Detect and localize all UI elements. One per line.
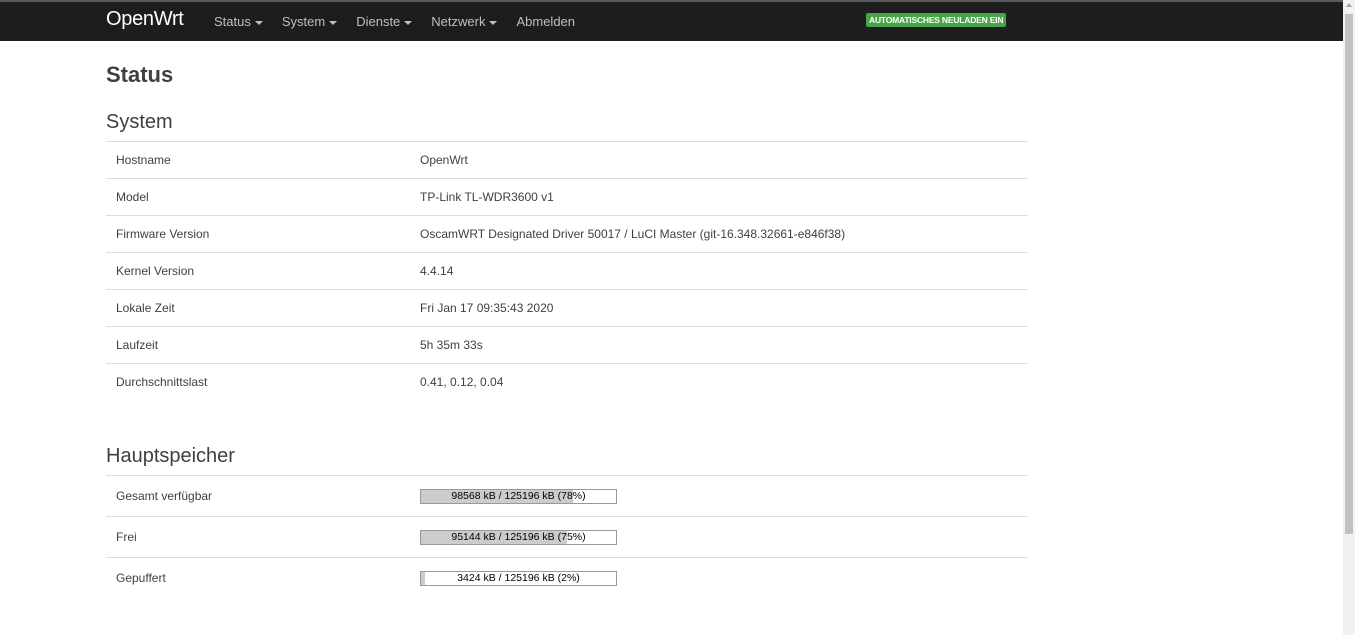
page-title: Status xyxy=(106,62,174,87)
chevron-down-icon xyxy=(329,20,338,25)
scroll-up-arrow-icon[interactable] xyxy=(1346,3,1352,7)
row-value: 95144 kB / 125196 kB (75%) xyxy=(410,516,1028,558)
row-label: Frei xyxy=(106,516,410,558)
menu-system-label: System xyxy=(281,14,326,29)
section-heading-system: System xyxy=(106,111,173,133)
table-row: Frei 95144 kB / 125196 kB (75%) xyxy=(106,516,1028,558)
menu-dienste[interactable]: Dienste xyxy=(356,14,413,29)
menu-netzwerk[interactable]: Netzwerk xyxy=(431,14,498,29)
row-label: Hostname xyxy=(106,141,410,179)
progress-text: 3424 kB / 125196 kB (2%) xyxy=(457,571,580,584)
menu-netzwerk-label: Netzwerk xyxy=(431,14,486,29)
table-row: Model TP-Link TL-WDR3600 v1 xyxy=(106,178,1028,216)
row-label: Lokale Zeit xyxy=(106,289,410,327)
memory-progress-bar: 98568 kB / 125196 kB (78%) xyxy=(420,488,617,504)
section-heading-memory: Hauptspeicher xyxy=(106,445,235,467)
progress-text: 98568 kB / 125196 kB (78%) xyxy=(451,489,586,502)
progress-text: 95144 kB / 125196 kB (75%) xyxy=(451,530,586,543)
menu-system[interactable]: System xyxy=(281,14,338,29)
memory-progress-bar: 95144 kB / 125196 kB (75%) xyxy=(420,529,617,545)
row-label: Gepuffert xyxy=(106,557,410,598)
row-label: Gesamt verfügbar xyxy=(106,475,410,517)
row-value: 3424 kB / 125196 kB (2%) xyxy=(410,557,1028,598)
chevron-down-icon xyxy=(489,20,498,25)
table-row: Laufzeit 5h 35m 33s xyxy=(106,326,1028,364)
menu-dienste-label: Dienste xyxy=(356,14,401,29)
row-label: Kernel Version xyxy=(106,252,410,290)
menu-status[interactable]: Status xyxy=(214,14,263,29)
table-row: Lokale Zeit Fri Jan 17 09:35:43 2020 xyxy=(106,289,1028,327)
auto-reload-badge[interactable]: AUTOMATISCHES NEULADEN EIN xyxy=(866,13,1007,27)
menu-abmelden-label: Abmelden xyxy=(516,14,576,29)
brand-logo[interactable]: OpenWrt xyxy=(106,8,184,31)
vertical-scrollbar[interactable] xyxy=(1343,0,1355,635)
row-label: Durchschnittslast xyxy=(106,363,410,400)
chevron-down-icon xyxy=(404,20,413,25)
memory-progress-bar: 3424 kB / 125196 kB (2%) xyxy=(420,570,617,586)
memory-table: Gesamt verfügbar 98568 kB / 125196 kB (7… xyxy=(106,475,1028,598)
table-row: Kernel Version 4.4.14 xyxy=(106,252,1028,290)
row-label: Model xyxy=(106,178,410,216)
table-row: Gepuffert 3424 kB / 125196 kB (2%) xyxy=(106,557,1028,598)
main-menu: Status System Dienste Netzwerk Abmelden xyxy=(214,14,594,29)
row-value: Fri Jan 17 09:35:43 2020 xyxy=(410,289,1028,327)
menu-status-label: Status xyxy=(214,14,251,29)
table-row: Durchschnittslast 0.41, 0.12, 0.04 xyxy=(106,363,1028,400)
row-value: OpenWrt xyxy=(410,141,1028,179)
table-row: Gesamt verfügbar 98568 kB / 125196 kB (7… xyxy=(106,475,1028,517)
system-table: Hostname OpenWrt Model TP-Link TL-WDR360… xyxy=(106,141,1028,400)
row-value: TP-Link TL-WDR3600 v1 xyxy=(410,178,1028,216)
row-value: 98568 kB / 125196 kB (78%) xyxy=(410,475,1028,517)
row-value: OscamWRT Designated Driver 50017 / LuCI … xyxy=(410,215,1028,253)
chevron-down-icon xyxy=(254,20,263,25)
table-row: Hostname OpenWrt xyxy=(106,141,1028,179)
table-row: Firmware Version OscamWRT Designated Dri… xyxy=(106,215,1028,253)
row-label: Laufzeit xyxy=(106,326,410,364)
menu-abmelden[interactable]: Abmelden xyxy=(516,14,575,29)
row-label: Firmware Version xyxy=(106,215,410,253)
row-value: 0.41, 0.12, 0.04 xyxy=(410,363,1028,400)
scrollbar-thumb[interactable] xyxy=(1345,14,1353,534)
row-value: 4.4.14 xyxy=(410,252,1028,290)
row-value: 5h 35m 33s xyxy=(410,326,1028,364)
navbar: OpenWrt Status System Dienste Netzwerk A… xyxy=(0,0,1343,41)
